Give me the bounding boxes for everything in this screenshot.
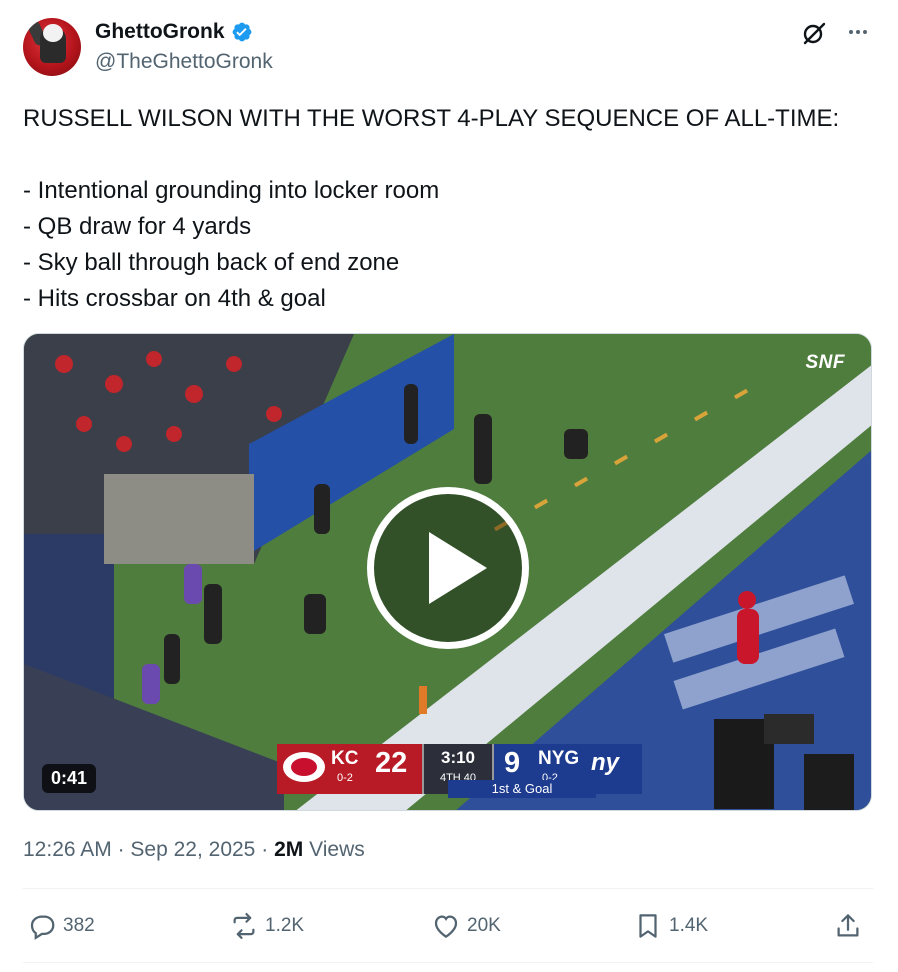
tweet-text: RUSSELL WILSON WITH THE WORST 4-PLAY SEQ… — [23, 101, 873, 317]
action-bar: 382 1.2K 20K 1.4K — [23, 903, 873, 949]
video-player[interactable]: SNF KC 0-2 22 3:10 4TH 40 9 NYG 0-2 ny 1… — [23, 333, 872, 811]
author-name-row: GhettoGronk — [95, 20, 253, 44]
like-count: 20K — [467, 915, 501, 936]
video-duration: 0:41 — [42, 764, 97, 793]
views-count[interactable]: 2M — [274, 838, 303, 861]
more-options-icon[interactable] — [846, 20, 870, 44]
author-display-name[interactable]: GhettoGronk — [95, 20, 225, 44]
network-logo: SNF — [805, 352, 845, 373]
divider — [23, 888, 873, 889]
tweet-time[interactable]: 12:26 AM — [23, 838, 112, 861]
repost-button[interactable]: 1.2K — [229, 903, 304, 949]
repost-count: 1.2K — [265, 915, 305, 936]
grok-icon[interactable] — [801, 20, 827, 46]
tweet-line: - QB draw for 4 yards — [23, 213, 252, 240]
meta-separator: · — [261, 838, 269, 861]
divider — [23, 962, 873, 963]
share-button[interactable] — [833, 903, 863, 949]
away-team-record: 0-2 — [337, 772, 353, 784]
bookmark-icon — [639, 914, 657, 938]
verified-badge-icon — [232, 22, 251, 42]
meta-separator: · — [117, 838, 125, 861]
like-button[interactable]: 20K — [431, 903, 501, 949]
author-handle[interactable]: @TheGhettoGronk — [95, 50, 273, 74]
tweet-meta: 12:26 AM · Sep 22, 2025 · 2M Views — [23, 838, 365, 862]
reply-icon — [30, 915, 55, 940]
scoreboard-away: KC 0-2 22 — [277, 744, 422, 794]
repost-icon — [233, 913, 255, 939]
down-and-distance: 1st & Goal — [448, 780, 596, 798]
reply-count: 382 — [63, 915, 95, 936]
play-button[interactable] — [367, 487, 529, 649]
game-clock: 3:10 — [440, 748, 476, 767]
reply-button[interactable]: 382 — [27, 903, 95, 949]
avatar[interactable] — [23, 18, 81, 76]
tweet-line: - Hits crossbar on 4th & goal — [23, 285, 326, 312]
heart-icon — [434, 915, 458, 938]
home-team-abbr: NYG — [538, 748, 580, 769]
nyg-logo-icon: ny — [591, 749, 620, 776]
tweet-line: - Intentional grounding into locker room — [23, 177, 440, 204]
share-icon — [837, 914, 859, 937]
tweet-line: RUSSELL WILSON WITH THE WORST 4-PLAY SEQ… — [23, 105, 840, 132]
bookmark-count: 1.4K — [669, 915, 709, 936]
tweet-line: - Sky ball through back of end zone — [23, 249, 400, 276]
views-label: Views — [309, 838, 365, 861]
tweet-card: GhettoGronk @TheGhettoGronk RUSSELL WILS… — [0, 0, 898, 972]
kc-logo-icon — [283, 752, 325, 782]
home-team-score: 9 — [504, 747, 521, 779]
away-team-score: 22 — [375, 747, 408, 779]
tweet-date[interactable]: Sep 22, 2025 — [130, 838, 255, 861]
away-team-abbr: KC — [331, 748, 359, 769]
play-icon — [429, 532, 487, 604]
bookmark-button[interactable]: 1.4K — [633, 903, 708, 949]
